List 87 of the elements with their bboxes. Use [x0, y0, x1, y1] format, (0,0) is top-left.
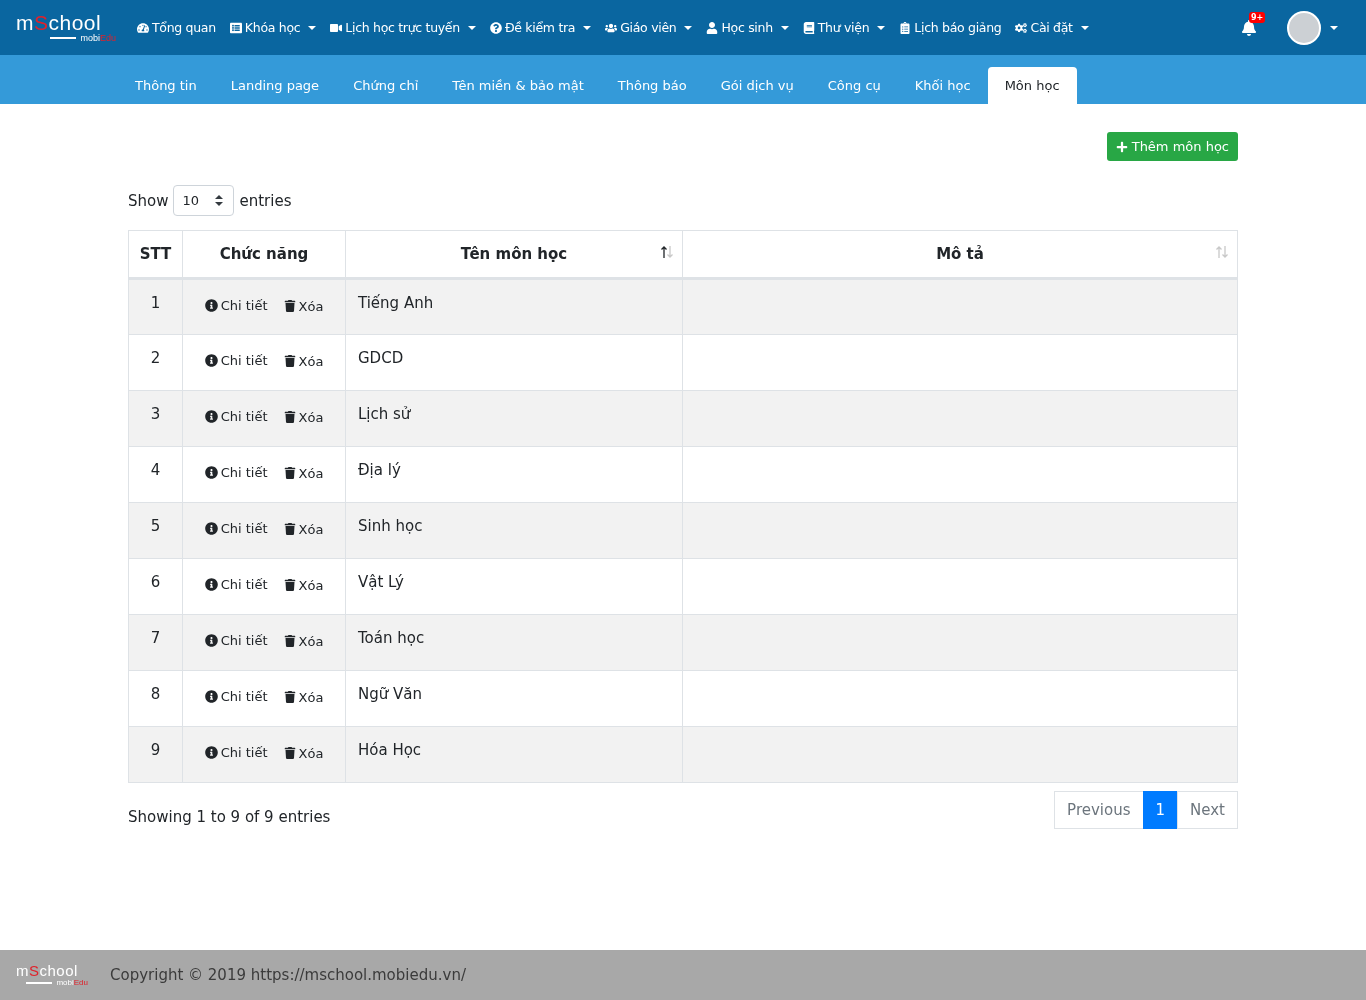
- delete-link[interactable]: Xóa: [283, 521, 324, 537]
- detail-link[interactable]: Chi tiết: [204, 689, 268, 704]
- table-cell: 2: [128, 334, 183, 391]
- nav-link[interactable]: Tổng quan: [130, 20, 223, 35]
- table-info: Showing 1 to 9 of 9 entries: [128, 808, 331, 826]
- table-cell: 6: [128, 558, 183, 615]
- entries-label: entries: [239, 191, 292, 210]
- table-cell: Toán học: [345, 614, 683, 671]
- trash-icon: [283, 635, 296, 647]
- user-icon: [706, 21, 719, 34]
- nav-link[interactable]: Lịch báo giảng: [892, 20, 1009, 35]
- trash-icon: [283, 411, 296, 423]
- nav-link[interactable]: Học sinh: [699, 20, 796, 35]
- delete-link[interactable]: Xóa: [283, 689, 324, 705]
- tab[interactable]: Môn học: [987, 67, 1077, 104]
- trash-icon: [283, 355, 296, 367]
- trash-icon: [283, 467, 296, 479]
- table-cell: 1: [128, 278, 183, 335]
- nav-link[interactable]: Khóa học: [222, 20, 324, 35]
- trash-icon: [283, 747, 296, 759]
- copyright-text: Copyright © 2019 https://mschool.mobiedu.vn/: [110, 966, 466, 984]
- table-cell: Lịch sử: [345, 390, 683, 447]
- updown-caret-icon: [215, 195, 224, 206]
- info-icon: [204, 299, 218, 312]
- table-cell: Ngữ Văn: [345, 670, 683, 727]
- question-icon: [489, 21, 502, 34]
- list-icon: [229, 21, 242, 34]
- table-cell: Vật Lý: [345, 558, 683, 615]
- nav-link[interactable]: Thư viện: [795, 20, 893, 35]
- table-cell: 8: [128, 670, 183, 727]
- gears-icon: [1015, 21, 1028, 34]
- page-button[interactable]: 1: [1142, 791, 1179, 829]
- info-icon: [204, 578, 218, 591]
- users-icon: [605, 21, 618, 34]
- trash-icon: [283, 300, 296, 312]
- sort-icon[interactable]: [660, 245, 674, 259]
- delete-link[interactable]: Xóa: [283, 298, 324, 314]
- nav-link[interactable]: Đề kiểm tra: [482, 20, 599, 35]
- nav-link[interactable]: Giáo viên: [598, 20, 700, 35]
- detail-link[interactable]: Chi tiết: [204, 298, 268, 313]
- video-camera-icon: [330, 21, 343, 34]
- info-icon: [204, 746, 218, 759]
- info-icon: [204, 466, 218, 479]
- caret-icon[interactable]: [1330, 25, 1338, 30]
- show-label: Show: [128, 191, 169, 210]
- table-cell: GDCD: [345, 334, 683, 391]
- detail-link[interactable]: Chi tiết: [204, 465, 268, 480]
- bell-icon[interactable]: [1241, 19, 1257, 36]
- detail-link[interactable]: Chi tiết: [204, 409, 268, 424]
- detail-link[interactable]: Chi tiết: [204, 353, 268, 368]
- info-icon: [204, 410, 218, 423]
- trash-icon: [283, 691, 296, 703]
- table-cell: Địa lý: [345, 446, 683, 503]
- delete-link[interactable]: Xóa: [283, 577, 324, 593]
- table-cell: 9: [128, 726, 183, 783]
- delete-link[interactable]: Xóa: [283, 409, 324, 425]
- table-cell: 5: [128, 502, 183, 559]
- trash-icon: [283, 579, 296, 591]
- delete-link[interactable]: Xóa: [283, 745, 324, 761]
- nav-link[interactable]: Cài đặt: [1008, 20, 1096, 35]
- gauge-icon: [137, 21, 149, 34]
- entries-select[interactable]: 10: [173, 185, 235, 216]
- avatar[interactable]: [1287, 10, 1321, 45]
- table-cell: 7: [128, 614, 183, 671]
- detail-link[interactable]: Chi tiết: [204, 745, 268, 760]
- plus-icon: [1115, 140, 1128, 153]
- info-icon: [204, 522, 218, 535]
- table-cell: 4: [128, 446, 183, 503]
- delete-link[interactable]: Xóa: [283, 353, 324, 369]
- notification-badge: 9+: [1249, 11, 1266, 23]
- clipboard-icon: [899, 21, 912, 34]
- delete-link[interactable]: Xóa: [283, 633, 324, 649]
- mschool-logo[interactable]: mSchool mobiEdu: [16, 12, 116, 43]
- table-cell: Sinh học: [345, 502, 683, 559]
- detail-link[interactable]: Chi tiết: [204, 633, 268, 648]
- trash-icon: [283, 523, 296, 535]
- info-icon: [204, 354, 218, 367]
- delete-link[interactable]: Xóa: [283, 465, 324, 481]
- info-icon: [204, 634, 218, 647]
- nav-link[interactable]: Lịch học trực tuyến: [323, 20, 483, 35]
- table-cell: Hóa Học: [345, 726, 683, 783]
- detail-link[interactable]: Chi tiết: [204, 577, 268, 592]
- info-icon: [204, 690, 218, 703]
- table-cell: Tiếng Anh: [345, 278, 683, 335]
- table-cell: 3: [128, 390, 183, 447]
- book-icon: [802, 21, 815, 34]
- detail-link[interactable]: Chi tiết: [204, 521, 268, 536]
